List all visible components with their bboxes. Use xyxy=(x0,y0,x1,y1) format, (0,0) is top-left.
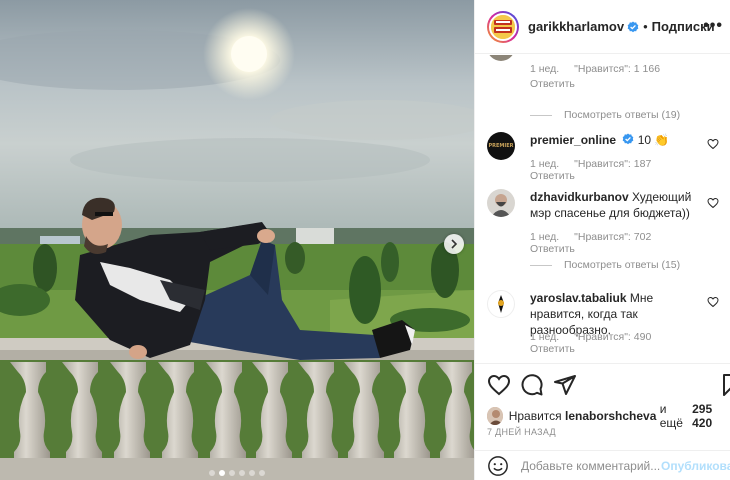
verified-badge-icon xyxy=(623,133,634,145)
comment-reply-row: Ответить xyxy=(530,78,587,90)
comment-meta: 1 нед. "Нравится": 1 166 xyxy=(530,63,672,75)
reply-button[interactable]: Ответить xyxy=(530,243,575,255)
post-side-panel: garikkharlamov • Подписки ••• 1 нед. "Нр… xyxy=(474,0,730,480)
post-header: garikkharlamov • Подписки ••• xyxy=(475,0,730,54)
comment-body: 10 👏 xyxy=(637,133,670,147)
add-comment-bar: Добавьте комментарий... Опубликовать xyxy=(475,450,730,480)
comment-likes-count[interactable]: "Нравится": 1 166 xyxy=(574,63,660,75)
comment-time[interactable]: 1 нед. xyxy=(530,231,559,243)
comments-list: 1 нед. "Нравится": 1 166 Ответить Посмот… xyxy=(475,55,730,363)
carousel-indicator xyxy=(0,470,474,476)
post-photo[interactable] xyxy=(0,0,474,480)
comment-like-icon[interactable] xyxy=(707,296,719,308)
reply-button[interactable]: Ответить xyxy=(530,343,575,355)
comment-meta: 1 нед. "Нравится": 702 Ответить xyxy=(530,231,723,255)
post-actions xyxy=(475,363,730,403)
reply-button[interactable]: Ответить xyxy=(530,78,575,90)
comment-like-icon[interactable] xyxy=(707,197,719,209)
verified-badge-icon xyxy=(627,21,639,32)
photo-image xyxy=(0,0,474,480)
author-avatar[interactable] xyxy=(487,10,519,43)
carousel-dot xyxy=(219,470,225,476)
comment-text: dzhavidkurbanov Худеющий мэр спасенье дл… xyxy=(530,189,710,221)
comment-time[interactable]: 1 нед. xyxy=(530,331,559,343)
author-username[interactable]: garikkharlamov xyxy=(528,19,624,34)
carousel-next-button[interactable] xyxy=(444,234,464,254)
publish-button[interactable]: Опубликовать xyxy=(661,459,730,473)
heart-icon[interactable] xyxy=(487,373,511,397)
commenter-avatar[interactable] xyxy=(487,189,515,217)
carousel-dot xyxy=(249,470,255,476)
comment-like-icon[interactable] xyxy=(707,138,719,150)
comment-likes-count[interactable]: "Нравится": 702 xyxy=(574,231,651,243)
carousel-dot xyxy=(259,470,265,476)
header-separator: • xyxy=(643,19,648,34)
premier-logo: PREMIER xyxy=(488,143,514,149)
send-icon[interactable] xyxy=(553,373,577,397)
commenter-username[interactable]: premier_online xyxy=(530,133,616,147)
commenter-username[interactable]: dzhavidkurbanov xyxy=(530,190,629,204)
comment-text: premier_online 10 👏 xyxy=(530,132,710,148)
more-options-button[interactable]: ••• xyxy=(703,17,723,35)
comment-meta: 1 нед. "Нравится": 187 Ответить xyxy=(530,158,723,182)
comment-meta: 1 нед. "Нравится": 490 Ответить xyxy=(530,331,723,355)
chevron-right-icon xyxy=(451,239,458,249)
view-replies-line xyxy=(530,264,552,266)
bookmark-icon[interactable] xyxy=(719,373,730,397)
post-timestamp[interactable]: 7 ДНЕЙ НАЗАД xyxy=(487,427,556,437)
likes-prefix: Нравится xyxy=(508,409,562,423)
liker-avatar[interactable] xyxy=(487,407,503,425)
comment-likes-count[interactable]: "Нравится": 187 xyxy=(574,158,651,170)
view-replies-label: Посмотреть ответы (19) xyxy=(564,109,681,121)
comment-input[interactable]: Добавьте комментарий... xyxy=(521,459,660,473)
commenter-username[interactable]: yaroslav.tabaliuk xyxy=(530,291,627,305)
carousel-dot xyxy=(209,470,215,476)
emoji-icon[interactable] xyxy=(487,455,509,477)
comment-icon[interactable] xyxy=(520,373,544,397)
view-replies-line xyxy=(530,114,552,116)
commenter-avatar[interactable] xyxy=(487,290,515,318)
liker-username[interactable]: lenaborshcheva xyxy=(565,409,656,423)
author-avatar-art xyxy=(491,14,515,39)
commenter-avatar[interactable]: PREMIER xyxy=(487,132,515,160)
view-replies-label: Посмотреть ответы (15) xyxy=(564,259,681,271)
likes-summary: Нравится lenaborshcheva и ещё 295 420 xyxy=(487,402,730,430)
comment-time[interactable]: 1 нед. xyxy=(530,63,559,75)
author-avatar-image xyxy=(489,12,517,41)
liker-avatar-art xyxy=(487,407,503,425)
comment-likes-count[interactable]: "Нравится": 490 xyxy=(574,331,651,343)
reply-button[interactable]: Ответить xyxy=(530,170,575,182)
commenter-avatar[interactable] xyxy=(487,55,515,61)
view-replies-button[interactable]: Посмотреть ответы (19) xyxy=(530,109,680,121)
likes-count[interactable]: 295 420 xyxy=(692,402,730,430)
likes-middle: и ещё xyxy=(659,402,683,430)
avatar-logo xyxy=(490,293,512,315)
avatar-face xyxy=(491,194,511,217)
carousel-dot xyxy=(229,470,235,476)
comment-time[interactable]: 1 нед. xyxy=(530,158,559,170)
carousel-dot xyxy=(239,470,245,476)
view-replies-button[interactable]: Посмотреть ответы (15) xyxy=(530,259,680,271)
